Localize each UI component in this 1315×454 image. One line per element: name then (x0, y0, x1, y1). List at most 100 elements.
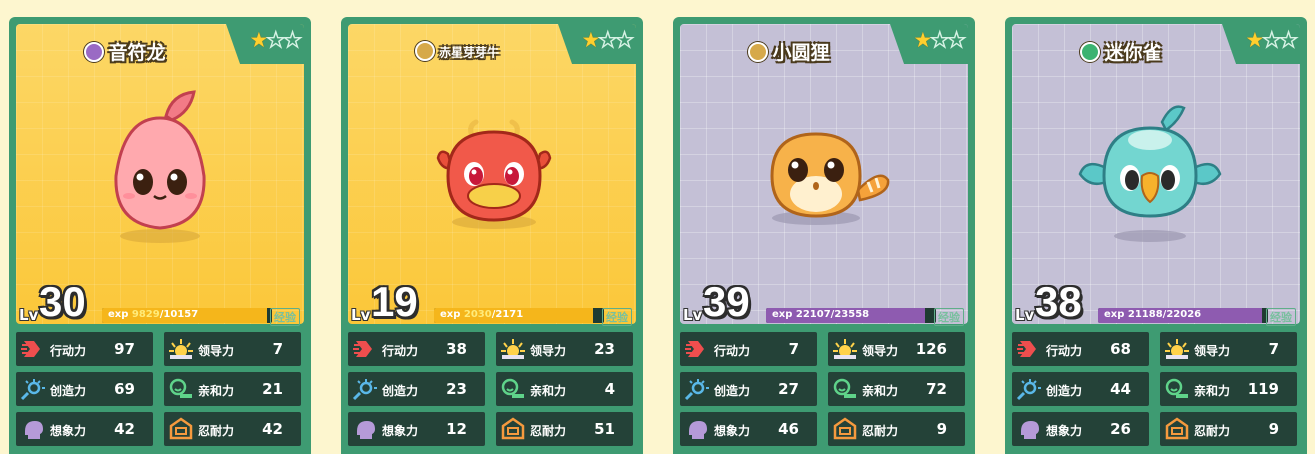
stat-value: 21 (262, 380, 283, 398)
stat-imagine: 想象力 26 (1012, 412, 1149, 446)
exp-total: /10157 (159, 309, 199, 320)
stat-endure: 忍耐力 9 (1160, 412, 1297, 446)
stat-label: 行动力 (714, 344, 751, 358)
action-icon (21, 341, 40, 357)
leadership-icon (1165, 339, 1189, 359)
exp-button[interactable]: 经验 (934, 308, 964, 326)
affinity-icon (833, 378, 856, 398)
lv-label: Lv (19, 306, 39, 324)
stat-endure: 忍耐力 51 (496, 412, 633, 446)
level-row: Lv 38 exp 21188/22026 经验 (1012, 278, 1300, 326)
exp-label: exp (440, 309, 461, 320)
stat-value: 68 (1110, 340, 1131, 358)
creature-name-label: 赤星芽芽牛 (348, 41, 566, 63)
creature-name: 小圆狸 (772, 42, 830, 64)
star-rating: ★★★ (581, 27, 635, 52)
stat-value: 44 (1110, 380, 1131, 398)
star-rating: ★★★ (1245, 27, 1299, 52)
stat-lead: 领导力 126 (828, 332, 965, 366)
stat-label: 行动力 (50, 344, 87, 358)
stat-value: 126 (915, 340, 947, 358)
action-icon (1017, 341, 1036, 357)
stat-value: 12 (446, 420, 467, 438)
level-row: Lv 39 exp 22107/23558 经验 (680, 278, 968, 326)
lv-label: Lv (1015, 306, 1035, 324)
endurance-icon (501, 417, 525, 440)
element-icon (748, 41, 769, 62)
exp-text: exp 21188/22026 (1104, 309, 1201, 320)
exp-total: /23558 (830, 309, 870, 320)
stat-label: 领导力 (198, 344, 235, 358)
creature-name: 赤星芽芽牛 (438, 45, 499, 60)
stat-endure: 忍耐力 9 (828, 412, 965, 446)
stat-value: 42 (262, 420, 283, 438)
stat-value: 27 (778, 380, 799, 398)
stat-value: 42 (114, 420, 135, 438)
action-icon (685, 341, 704, 357)
creature-card-1[interactable]: ★★★ 音符龙 Lv 30 exp 9829/10157 经验 行动力 97 领… (9, 17, 311, 454)
stat-action: 行动力 38 (348, 332, 485, 366)
creativity-icon (352, 379, 377, 401)
creature-card-2[interactable]: ★★★ 赤星芽芽牛 Lv 19 exp 2030/2171 经验 行动力 38 … (341, 17, 643, 454)
stat-lead: 领导力 23 (496, 332, 633, 366)
stat-label: 创造力 (50, 384, 87, 398)
stat-action: 行动力 68 (1012, 332, 1149, 366)
stat-imagine: 想象力 46 (680, 412, 817, 446)
level-number: 39 (703, 278, 750, 325)
stat-label: 亲和力 (1194, 384, 1231, 398)
level-number: 38 (1035, 278, 1082, 325)
stat-value: 26 (1110, 420, 1131, 438)
creature-name: 音符龙 (108, 42, 166, 64)
stat-affinity: 亲和力 21 (164, 372, 301, 406)
exp-bar: exp 9829/10157 (102, 308, 272, 323)
stat-value: 72 (926, 380, 947, 398)
stat-label: 亲和力 (530, 384, 567, 398)
stat-imagine: 想象力 42 (16, 412, 153, 446)
exp-bar: exp 22107/23558 (766, 308, 936, 323)
stat-action: 行动力 7 (680, 332, 817, 366)
creature-name-label: 音符龙 (16, 38, 234, 65)
stat-value: 7 (788, 340, 799, 358)
stat-value: 46 (778, 420, 799, 438)
exp-button[interactable]: 经验 (1266, 308, 1296, 326)
star-rating: ★★★ (913, 27, 967, 52)
stat-label: 忍耐力 (862, 424, 899, 438)
stat-value: 9 (936, 420, 947, 438)
level-number: 19 (371, 278, 418, 325)
stat-endure: 忍耐力 42 (164, 412, 301, 446)
stat-create: 创造力 27 (680, 372, 817, 406)
affinity-icon (1165, 378, 1188, 398)
leadership-icon (169, 339, 193, 359)
stat-label: 忍耐力 (1194, 424, 1231, 438)
imagination-icon (357, 421, 375, 439)
creature-card-3[interactable]: ★★★ 小圆狸 Lv 39 exp 22107/23558 经验 行动力 7 领… (673, 17, 975, 454)
stat-value: 4 (604, 380, 615, 398)
stat-value: 23 (594, 340, 615, 358)
creativity-icon (684, 379, 709, 401)
action-icon (353, 341, 372, 357)
endurance-icon (833, 417, 857, 440)
exp-current: 9829 (131, 309, 160, 320)
creature-card-4[interactable]: ★★★ 迷你雀 Lv 38 exp 21188/22026 经验 行动力 68 … (1005, 17, 1307, 454)
imagination-icon (689, 421, 707, 439)
exp-label: exp (1104, 309, 1125, 320)
stat-label: 行动力 (382, 344, 419, 358)
exp-button[interactable]: 经验 (270, 308, 300, 326)
creature-name-label: 小圆狸 (680, 38, 898, 65)
imagination-icon (1021, 421, 1039, 439)
affinity-icon (169, 378, 192, 398)
stat-value: 9 (1268, 420, 1279, 438)
stat-label: 忍耐力 (530, 424, 567, 438)
element-icon (1080, 41, 1101, 62)
stat-label: 创造力 (1046, 384, 1083, 398)
stat-value: 119 (1247, 380, 1279, 398)
exp-current: 22107 (795, 309, 831, 320)
stat-action: 行动力 97 (16, 332, 153, 366)
exp-label: exp (108, 309, 129, 320)
stat-label: 创造力 (714, 384, 751, 398)
stat-create: 创造力 23 (348, 372, 485, 406)
exp-button[interactable]: 经验 (602, 308, 632, 326)
stat-create: 创造力 69 (16, 372, 153, 406)
level-row: Lv 30 exp 9829/10157 经验 (16, 278, 304, 326)
exp-bar: exp 21188/22026 (1098, 308, 1268, 323)
